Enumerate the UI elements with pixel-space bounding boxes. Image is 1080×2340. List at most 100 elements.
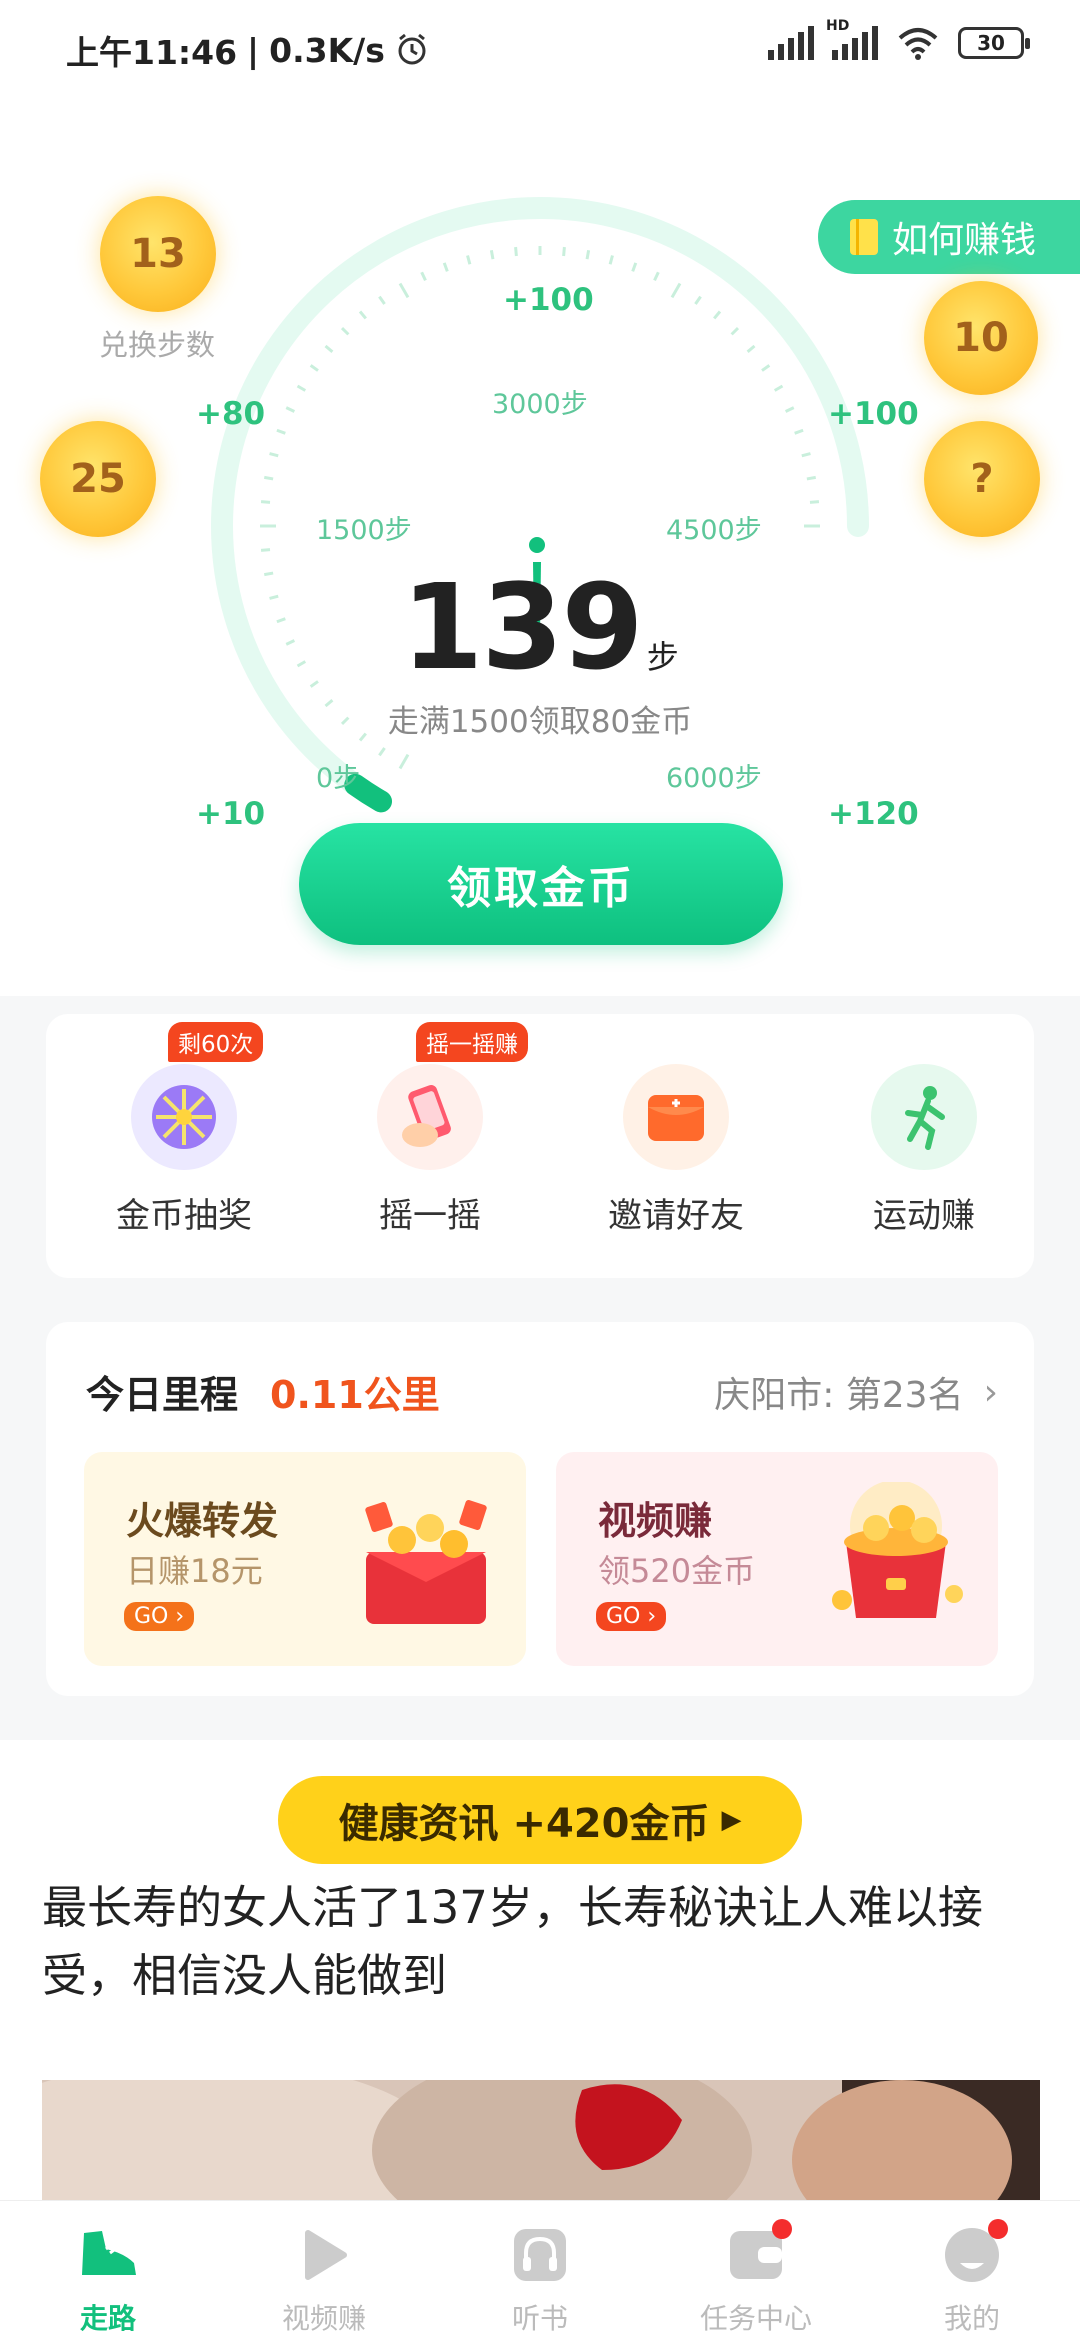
notification-dot bbox=[988, 2219, 1008, 2239]
claim-coins-button[interactable]: 领取金币 bbox=[299, 823, 783, 945]
gauge-label-right-bottom: +120 bbox=[828, 796, 919, 832]
gauge-tick bbox=[809, 500, 820, 504]
gauge-tick bbox=[489, 249, 495, 260]
news-headline[interactable]: 最长寿的女人活了137岁，长寿秘诀让人难以接受，相信没人能做到 bbox=[42, 1874, 1042, 2010]
hd-label: HD bbox=[826, 18, 850, 34]
gauge-mark-1500: 1500步 bbox=[316, 515, 412, 546]
gauge-tick bbox=[466, 255, 472, 265]
gauge-tick bbox=[631, 262, 638, 272]
gauge-tick bbox=[378, 747, 386, 757]
step-count-unit: 步 bbox=[646, 638, 679, 676]
gauge-mark-6000: 6000步 bbox=[666, 763, 762, 794]
gauge-tick bbox=[260, 500, 271, 504]
gauge-tick bbox=[309, 364, 319, 372]
bonus-coin-top-right[interactable]: 10 bbox=[924, 281, 1038, 395]
gauge-tick bbox=[420, 271, 427, 282]
gauge-tick bbox=[694, 295, 702, 305]
quick-action-invite[interactable]: 邀请好友 bbox=[576, 1064, 776, 1237]
book-icon bbox=[850, 219, 878, 255]
gauge-tick bbox=[514, 246, 518, 257]
tab-walk[interactable]: 走路 bbox=[0, 2201, 216, 2340]
gauge-tick bbox=[761, 364, 771, 372]
exchange-coin[interactable]: 13 bbox=[100, 196, 216, 312]
gauge-tick bbox=[562, 246, 566, 257]
tab-label: 我的 bbox=[943, 2302, 1000, 2335]
wifi-icon bbox=[898, 28, 938, 60]
runner-icon bbox=[871, 1064, 977, 1170]
city-rank-text: 庆阳市: 第23名 bbox=[714, 1375, 964, 1416]
chevron-right-icon: › bbox=[983, 1371, 998, 1413]
news-thumbnail[interactable] bbox=[42, 2080, 1040, 2200]
bonus-coin-left[interactable]: 25 bbox=[40, 421, 156, 537]
gauge-tick bbox=[730, 326, 740, 336]
gauge-needle-dot bbox=[529, 537, 545, 553]
gauge-tick bbox=[806, 475, 817, 481]
quick-action-lottery[interactable]: 金币抽奖 bbox=[84, 1064, 284, 1237]
health-news-pill[interactable]: 健康资讯 +420金币 ▶ bbox=[278, 1776, 802, 1864]
gauge-tick bbox=[276, 428, 286, 435]
gauge-tick bbox=[801, 452, 811, 458]
promo-go-button[interactable]: GO › bbox=[596, 1602, 667, 1631]
quick-action-shake[interactable]: 摇一摇 bbox=[330, 1064, 530, 1237]
alarm-icon bbox=[398, 33, 426, 65]
tab-video-earn[interactable]: 视频赚 bbox=[216, 2201, 432, 2340]
gauge-tick bbox=[794, 428, 804, 435]
play-triangle-icon: ▶ bbox=[721, 1805, 742, 1835]
gauge-tick bbox=[773, 384, 784, 392]
gauge-mark-0: 0步 bbox=[316, 763, 361, 794]
mileage-title: 今日里程 bbox=[86, 1373, 239, 1417]
shake-earn-badge: 摇一摇赚 bbox=[416, 1022, 528, 1062]
quick-action-label: 摇一摇 bbox=[379, 1196, 481, 1236]
gauge-label-top: +100 bbox=[503, 282, 594, 318]
tab-label: 视频赚 bbox=[281, 2302, 366, 2335]
how-to-earn-button[interactable]: 如何赚钱 bbox=[818, 200, 1080, 274]
play-icon bbox=[305, 2230, 347, 2280]
tab-label: 任务中心 bbox=[699, 2302, 812, 2335]
quick-action-exercise[interactable]: 运动赚 bbox=[824, 1064, 1024, 1237]
promo-subtitle: 日赚18元 bbox=[126, 1552, 263, 1590]
tab-task-center[interactable]: 任务中心 bbox=[648, 2201, 864, 2340]
network-speed: 0.3K/s bbox=[269, 30, 385, 70]
gauge-label-left-bottom: +10 bbox=[196, 796, 266, 832]
tab-profile[interactable]: 我的 bbox=[864, 2201, 1080, 2340]
status-bar: 上午11:46 | 0.3K/s HD 30 bbox=[0, 0, 1080, 96]
coin-bag-illustration-icon bbox=[832, 1482, 963, 1618]
promo-subtitle: 领520金币 bbox=[598, 1552, 756, 1590]
gauge-tick bbox=[358, 310, 367, 320]
gauge-mark-3000: 3000步 bbox=[492, 389, 588, 420]
bonus-coin-right[interactable]: ? bbox=[924, 421, 1040, 537]
gauge-tick bbox=[784, 406, 795, 413]
shake-phone-icon bbox=[377, 1064, 483, 1170]
gauge-tick bbox=[746, 344, 756, 353]
promo-share[interactable]: 火爆转发 日赚18元 GO › bbox=[84, 1452, 526, 1666]
exchange-steps-caption: 兑换步数 bbox=[99, 328, 216, 362]
gauge-tick bbox=[324, 344, 334, 353]
gauge-tick bbox=[269, 452, 279, 458]
step-panel: 如何赚钱 13 兑换步数 10 25 ? +100 +80 +100 +10 +… bbox=[0, 96, 1080, 996]
gauge-tick bbox=[296, 384, 307, 392]
gauge-tick bbox=[260, 548, 271, 552]
gauge-tick bbox=[285, 406, 296, 413]
gauge-tick bbox=[585, 249, 591, 260]
promo-go-button[interactable]: GO › bbox=[124, 1602, 195, 1631]
gauge-tick bbox=[378, 295, 386, 305]
tab-audiobook[interactable]: 听书 bbox=[432, 2201, 648, 2340]
step-count-value: 139 bbox=[401, 558, 643, 696]
how-to-earn-label: 如何赚钱 bbox=[892, 220, 1037, 261]
signal-icon bbox=[768, 26, 814, 60]
red-packet-illustration-icon bbox=[365, 1500, 487, 1624]
gauge-tick bbox=[398, 282, 410, 299]
gauge-tick bbox=[670, 282, 682, 299]
mileage-card: 今日里程 0.11公里 庆阳市: 第23名 › 火爆转发 日赚18元 GO › … bbox=[46, 1322, 1034, 1696]
gauge-tick bbox=[608, 255, 614, 265]
tab-label: 听书 bbox=[511, 2302, 568, 2335]
notification-dot bbox=[772, 2219, 792, 2239]
promo-video[interactable]: 视频赚 领520金币 GO › bbox=[556, 1452, 998, 1666]
promo-title: 火爆转发 bbox=[126, 1499, 279, 1543]
battery-icon: 30 bbox=[958, 27, 1030, 59]
tab-label: 走路 bbox=[79, 2302, 136, 2335]
city-rank-link[interactable]: 庆阳市: 第23名 › bbox=[714, 1366, 998, 1418]
gauge-tick bbox=[653, 271, 660, 282]
red-envelope-icon bbox=[623, 1064, 729, 1170]
quick-action-label: 邀请好友 bbox=[608, 1196, 744, 1236]
